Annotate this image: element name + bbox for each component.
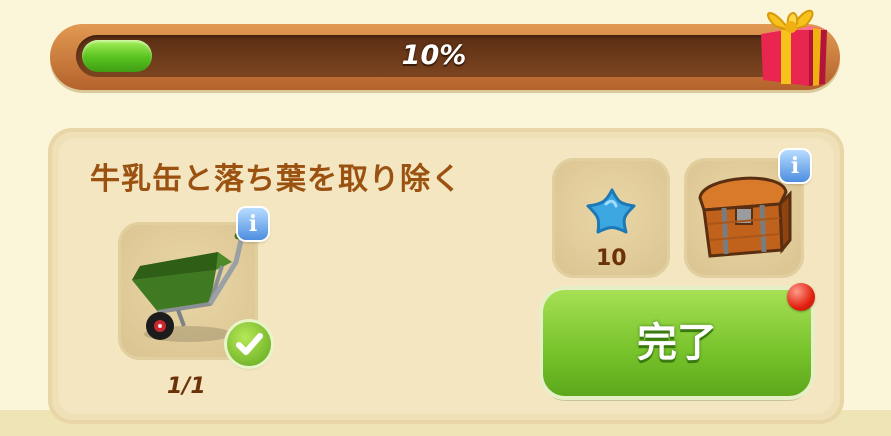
complete-button-label: 完了 (637, 320, 717, 366)
check-icon (227, 322, 271, 366)
reward-chest-info-icon[interactable]: i (780, 150, 810, 182)
progress-bar-frame: 10% (50, 24, 840, 90)
progress-track: 10% (76, 35, 792, 77)
task-title: 牛乳缶と落ち葉を取り除く (90, 162, 462, 197)
notification-dot (787, 283, 815, 311)
task-item-count: 1/1 (167, 374, 206, 399)
reward-star-count: 10 (596, 246, 627, 271)
gift-box-icon[interactable] (755, 0, 831, 90)
task-item-info-icon[interactable]: i (238, 208, 268, 240)
progress-percent: 10% (401, 40, 467, 71)
complete-button[interactable]: 完了 (543, 290, 811, 396)
